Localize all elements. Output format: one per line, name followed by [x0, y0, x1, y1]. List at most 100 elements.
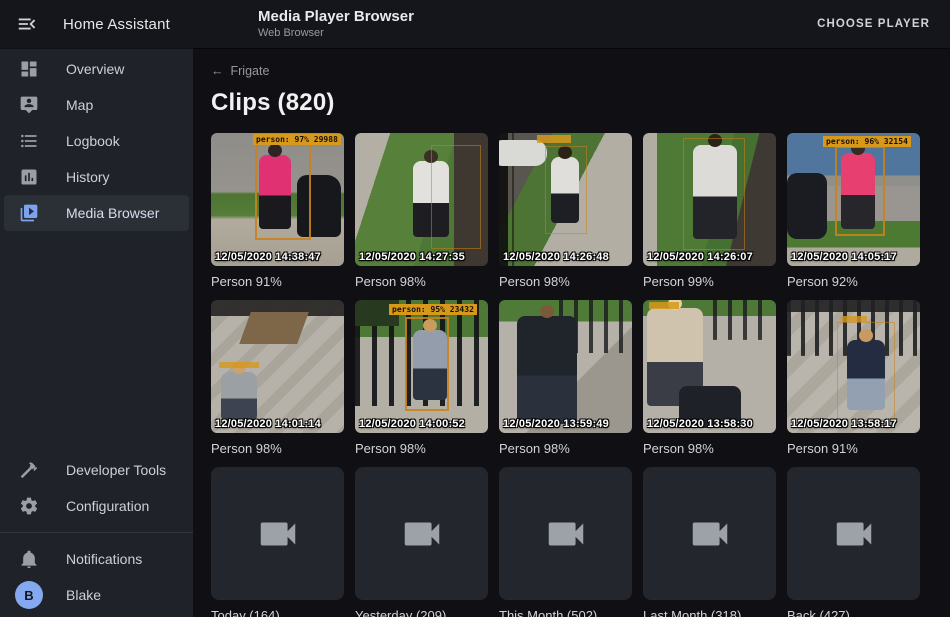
clip-timestamp: 12/05/2020 14:26:48: [503, 251, 609, 263]
detection-bbox: [405, 317, 449, 411]
detection-bbox: [835, 146, 885, 236]
clip-caption: Person 98%: [211, 441, 344, 456]
detection-bbox: [431, 145, 481, 249]
detection-bbox: [255, 142, 311, 240]
sidebar: Overview Map Logbook History Media Brows…: [0, 48, 193, 617]
clip-caption: Person 99%: [643, 274, 776, 289]
sidebar-item-configuration[interactable]: Configuration: [4, 488, 189, 524]
clip-timestamp: 12/05/2020 14:05:17: [791, 251, 897, 263]
sidebar-item-label: Map: [66, 97, 93, 113]
folder-tile-last-month[interactable]: Last Month (318): [643, 467, 776, 617]
clip-tile[interactable]: 12/05/2020 13:58:30 Person 98%: [643, 300, 776, 456]
top-bar: Home Assistant Media Player Browser Web …: [0, 0, 950, 48]
clip-thumbnail: 12/05/2020 14:26:07: [643, 133, 776, 266]
clip-timestamp: 12/05/2020 14:38:47: [215, 251, 321, 263]
folder-thumbnail: [355, 467, 488, 600]
detection-label: person: 96% 32154: [823, 136, 911, 147]
clip-caption: Person 91%: [211, 274, 344, 289]
sidebar-item-logbook[interactable]: Logbook: [4, 123, 189, 159]
video-icon: [687, 511, 733, 557]
folder-tile-today[interactable]: Today (164): [211, 467, 344, 617]
app-title: Home Assistant: [63, 16, 170, 33]
sidebar-item-developer-tools[interactable]: Developer Tools: [4, 452, 189, 488]
folder-thumbnail: [211, 467, 344, 600]
page-title-block: Media Player Browser Web Browser: [258, 8, 414, 40]
folder-tile-back[interactable]: Back (427): [787, 467, 920, 617]
sidebar-item-user[interactable]: B Blake: [4, 577, 189, 613]
folder-tile-this-month[interactable]: This Month (502): [499, 467, 632, 617]
clip-caption: Person 98%: [355, 274, 488, 289]
detection-label: person: 95% 23432: [389, 304, 477, 315]
car-shape: [499, 140, 547, 166]
menu-open-icon[interactable]: [16, 13, 38, 35]
folder-label: Today (164): [211, 608, 344, 617]
clip-thumbnail: 12/05/2020 14:26:48: [499, 133, 632, 266]
sidebar-item-overview[interactable]: Overview: [4, 51, 189, 87]
content-header: Media Player Browser Web Browser CHOOSE …: [193, 0, 950, 48]
clip-caption: Person 98%: [499, 441, 632, 456]
video-icon: [831, 511, 877, 557]
sidebar-divider: [0, 532, 193, 533]
clip-thumbnail: 12/05/2020 14:27:35: [355, 133, 488, 266]
clips-grid: person: 97% 29988 12/05/2020 14:38:47 Pe…: [211, 133, 950, 617]
clip-caption: Person 98%: [643, 441, 776, 456]
media-browser-content: ← Frigate Clips (820) person: 97% 29988 …: [193, 48, 950, 617]
clip-tile[interactable]: person: 96% 32154 12/05/2020 14:05:17 Pe…: [787, 133, 920, 289]
clip-thumbnail: person: 97% 29988 12/05/2020 14:38:47: [211, 133, 344, 266]
clip-thumbnail: 12/05/2020 13:59:49: [499, 300, 632, 433]
clip-tile[interactable]: 12/05/2020 13:59:49 Person 98%: [499, 300, 632, 456]
clip-thumbnail: 12/05/2020 13:58:30: [643, 300, 776, 433]
video-icon: [255, 511, 301, 557]
sidebar-item-label: Logbook: [66, 133, 120, 149]
detection-bbox: [837, 322, 895, 420]
clip-thumbnail: 12/05/2020 13:58:17: [787, 300, 920, 433]
sidebar-item-label: Notifications: [66, 551, 142, 567]
clip-timestamp: 12/05/2020 14:27:35: [359, 251, 465, 263]
sidebar-item-media-browser[interactable]: Media Browser: [4, 195, 189, 231]
choose-player-button[interactable]: CHOOSE PLAYER: [811, 10, 936, 38]
sidebar-item-label: Configuration: [66, 498, 149, 514]
gear-icon: [18, 495, 40, 517]
folder-thumbnail: [643, 467, 776, 600]
clip-thumbnail: person: 96% 32154 12/05/2020 14:05:17: [787, 133, 920, 266]
sidebar-item-notifications[interactable]: Notifications: [4, 541, 189, 577]
breadcrumb-label: Frigate: [231, 64, 270, 78]
sidebar-item-map[interactable]: Map: [4, 87, 189, 123]
detection-bbox: [545, 146, 587, 234]
clip-timestamp: 12/05/2020 14:00:52: [359, 418, 465, 430]
play-box-multiple-icon: [18, 202, 40, 224]
avatar: B: [15, 581, 43, 609]
map-account-icon: [18, 94, 40, 116]
detection-label: person: 97% 29988: [253, 134, 341, 145]
breadcrumb[interactable]: ← Frigate: [211, 64, 269, 78]
video-icon: [543, 511, 589, 557]
clip-timestamp: 12/05/2020 13:58:30: [647, 418, 753, 430]
clip-timestamp: 12/05/2020 14:26:07: [647, 251, 753, 263]
video-icon: [399, 511, 445, 557]
clip-caption: Person 91%: [787, 441, 920, 456]
clip-thumbnail: person: 95% 23432 12/05/2020 14:00:52: [355, 300, 488, 433]
folder-thumbnail: [787, 467, 920, 600]
clip-tile[interactable]: 12/05/2020 14:26:07 Person 99%: [643, 133, 776, 289]
clip-tile[interactable]: 12/05/2020 14:01:14 Person 98%: [211, 300, 344, 456]
sidebar-item-label: Overview: [66, 61, 124, 77]
sidebar-item-label: History: [66, 169, 110, 185]
back-arrow-icon: ←: [211, 64, 224, 78]
folder-label: This Month (502): [499, 608, 632, 617]
sidebar-item-history[interactable]: History: [4, 159, 189, 195]
clip-caption: Person 98%: [499, 274, 632, 289]
list-icon: [18, 130, 40, 152]
clip-timestamp: 12/05/2020 13:59:49: [503, 418, 609, 430]
detection-bbox: [683, 138, 745, 250]
clip-tile[interactable]: 12/05/2020 14:27:35 Person 98%: [355, 133, 488, 289]
clip-tile[interactable]: person: 97% 29988 12/05/2020 14:38:47 Pe…: [211, 133, 344, 289]
folder-tile-yesterday[interactable]: Yesterday (209): [355, 467, 488, 617]
clip-tile[interactable]: 12/05/2020 13:58:17 Person 91%: [787, 300, 920, 456]
sidebar-item-label: Developer Tools: [66, 462, 166, 478]
clip-tile[interactable]: 12/05/2020 14:26:48 Person 98%: [499, 133, 632, 289]
folder-thumbnail: [499, 467, 632, 600]
folder-label: Back (427): [787, 608, 920, 617]
hammer-icon: [18, 459, 40, 481]
clip-tile[interactable]: person: 95% 23432 12/05/2020 14:00:52 Pe…: [355, 300, 488, 456]
clip-thumbnail: 12/05/2020 14:01:14: [211, 300, 344, 433]
